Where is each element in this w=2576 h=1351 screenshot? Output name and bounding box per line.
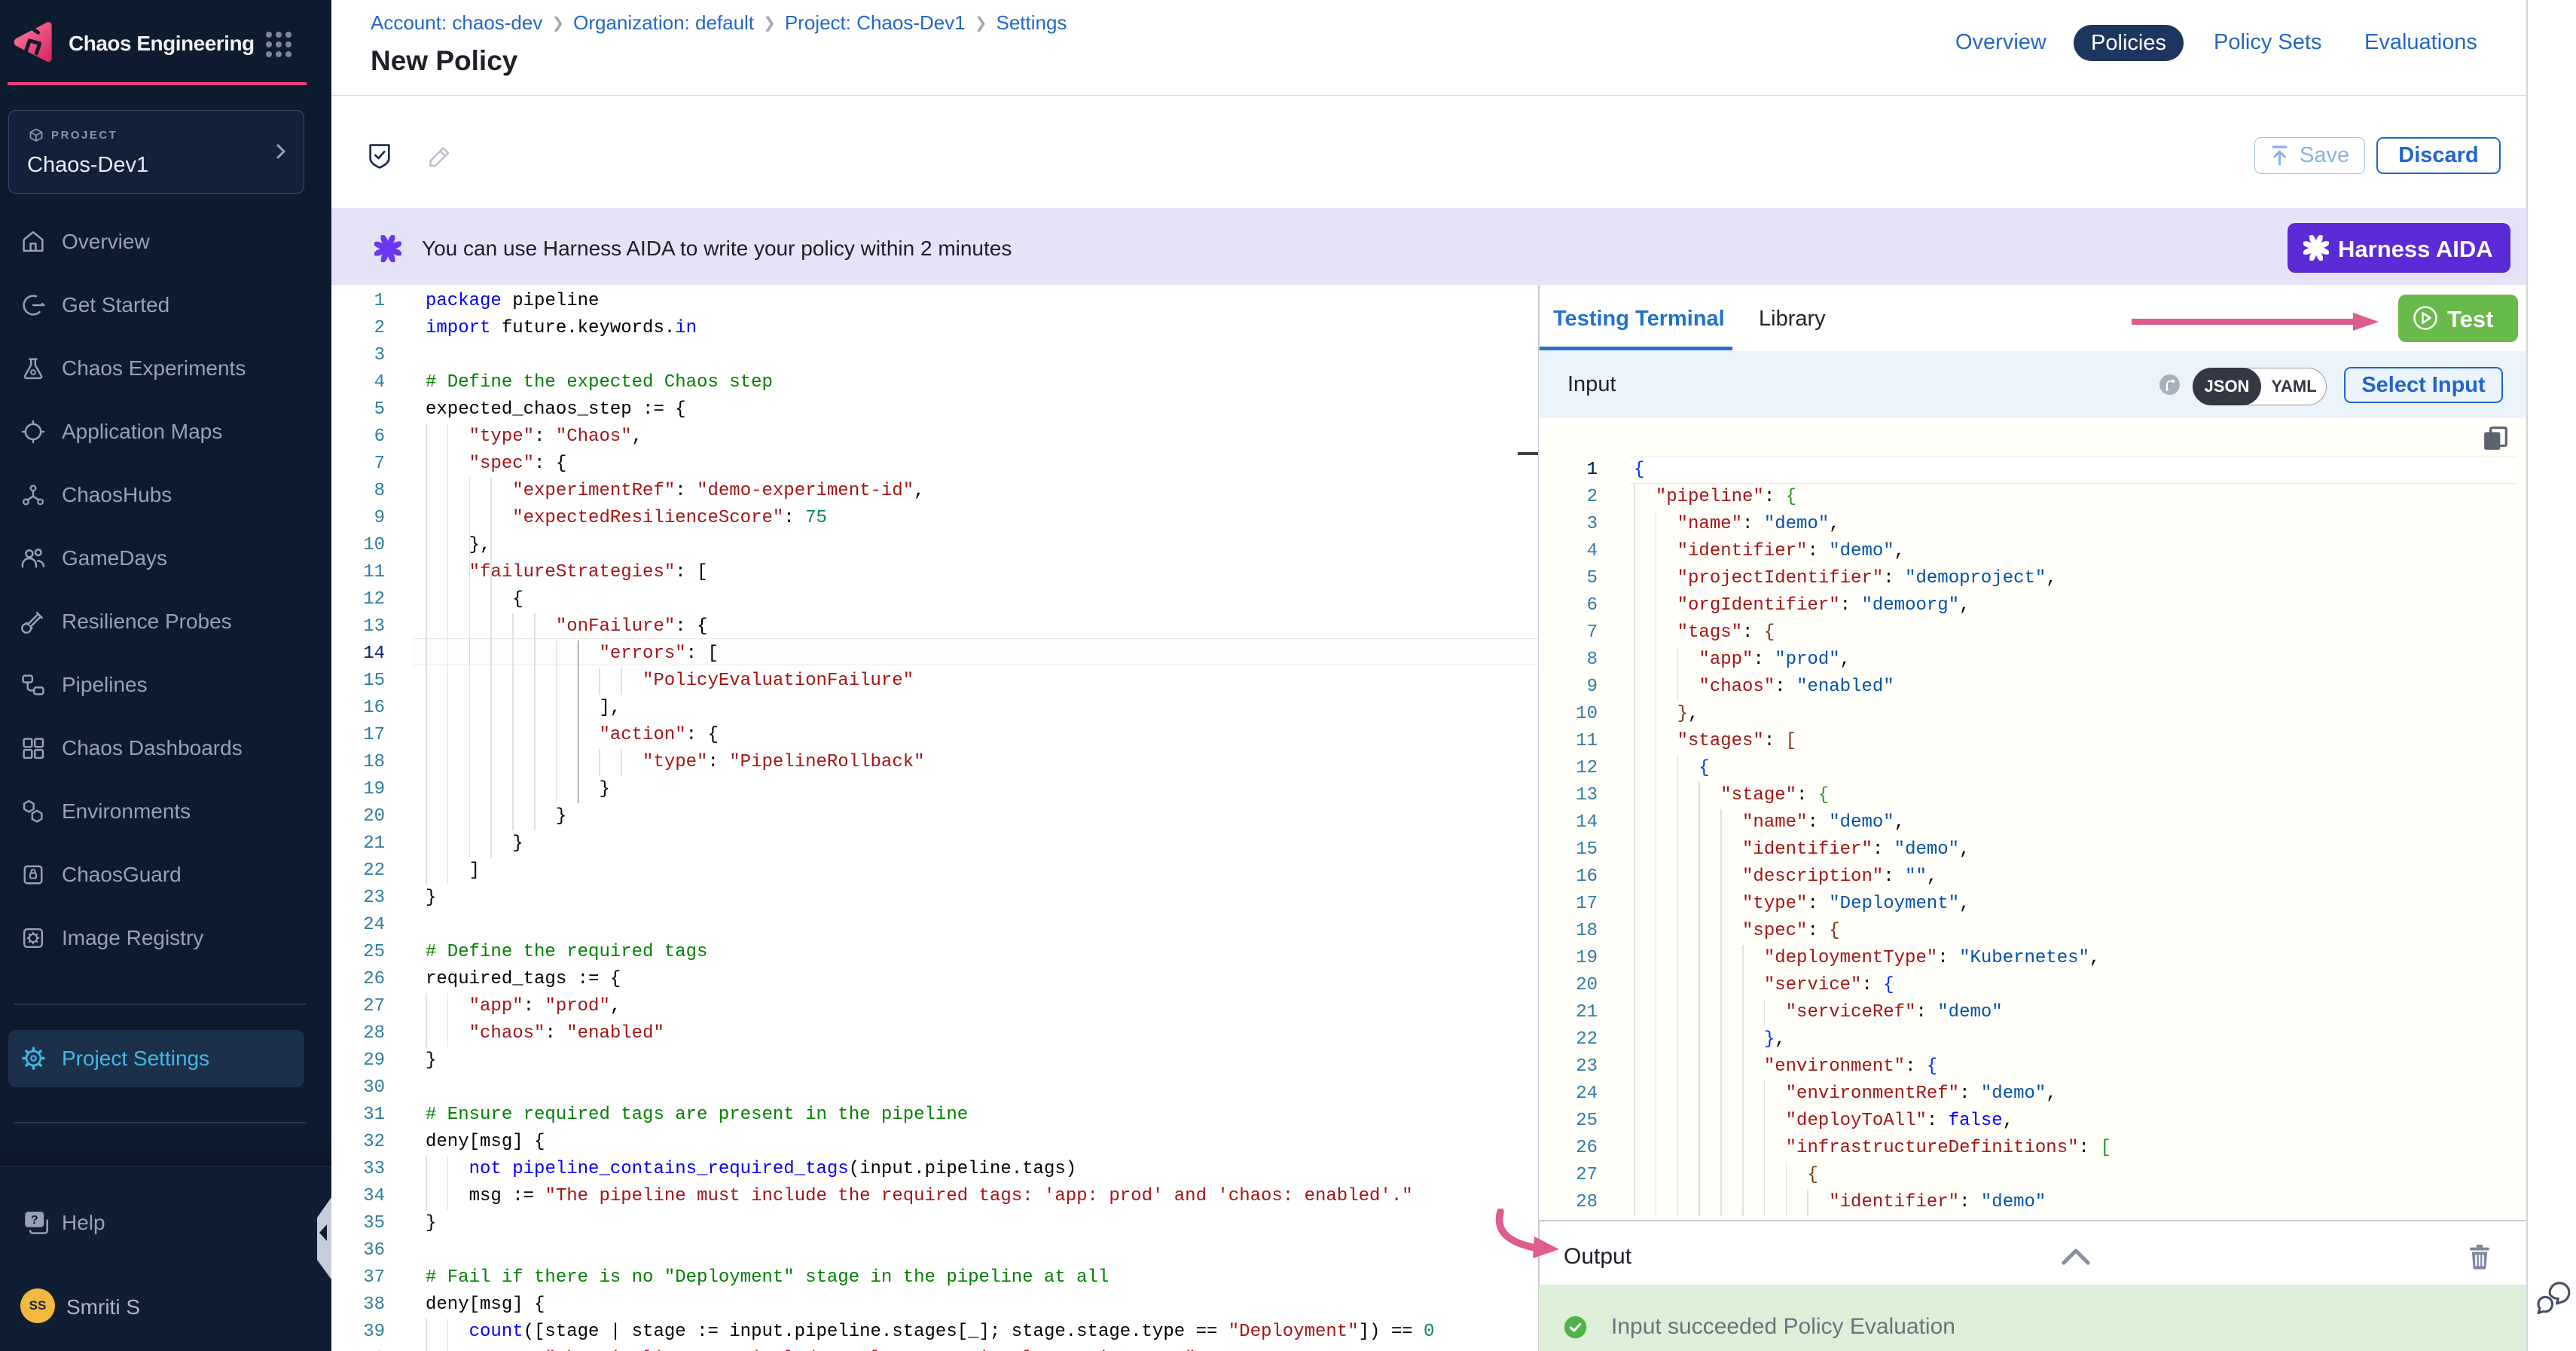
svg-text:?: ? xyxy=(31,1214,38,1227)
